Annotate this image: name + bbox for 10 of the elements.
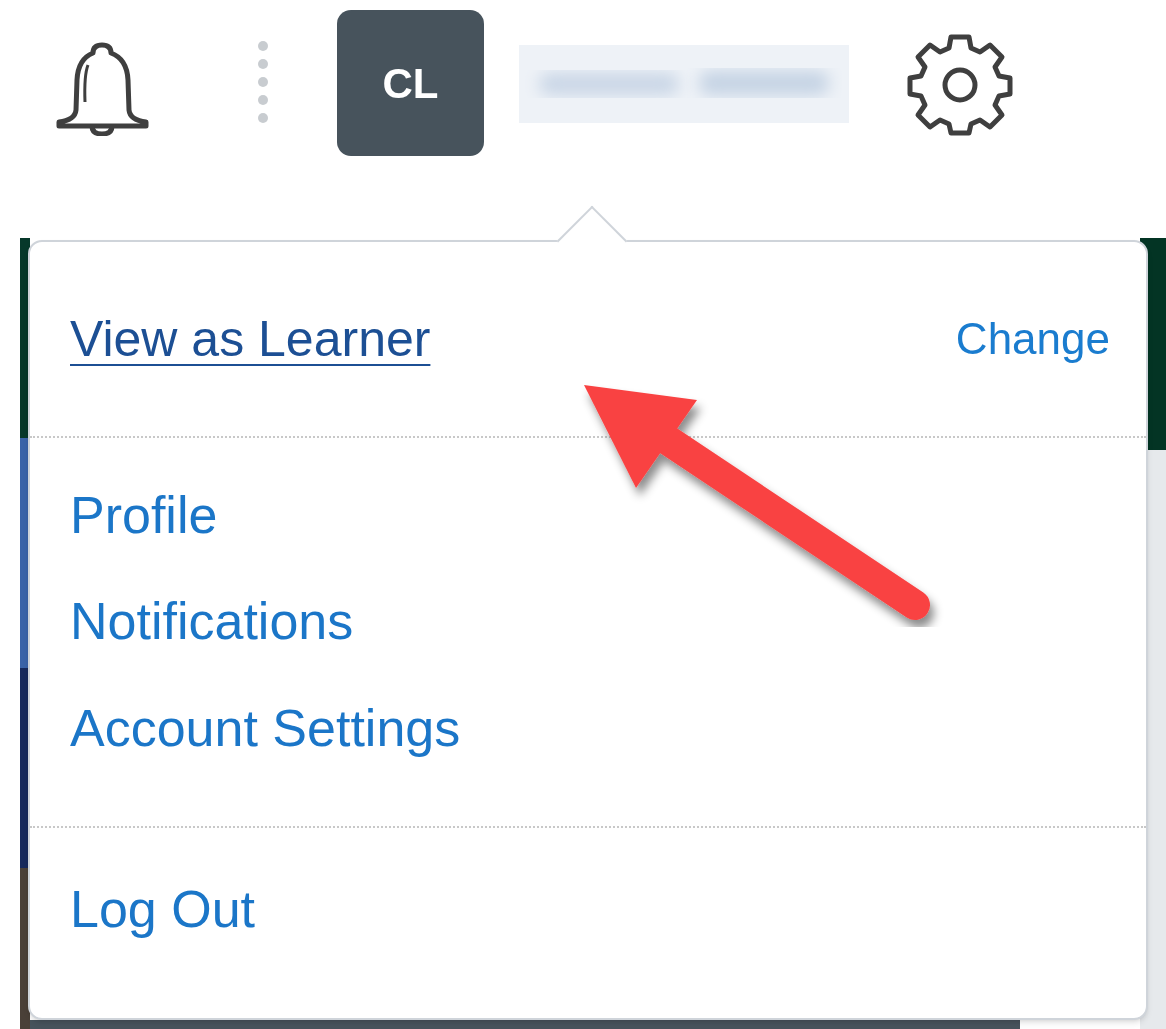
- menu-item[interactable]: Notifications: [70, 590, 354, 653]
- menu-item[interactable]: Account Settings: [70, 696, 461, 760]
- notification-bell-icon[interactable]: [55, 40, 150, 136]
- settings-icon[interactable]: [905, 33, 1015, 137]
- separator-dots-icon: [257, 40, 269, 124]
- menu-item[interactable]: Log Out: [70, 878, 256, 941]
- avatar-button[interactable]: CL: [337, 10, 484, 156]
- view-as-learner-link[interactable]: View as Learner: [70, 301, 431, 377]
- change-link[interactable]: Change: [955, 306, 1110, 372]
- menu-item[interactable]: Profile: [70, 484, 218, 547]
